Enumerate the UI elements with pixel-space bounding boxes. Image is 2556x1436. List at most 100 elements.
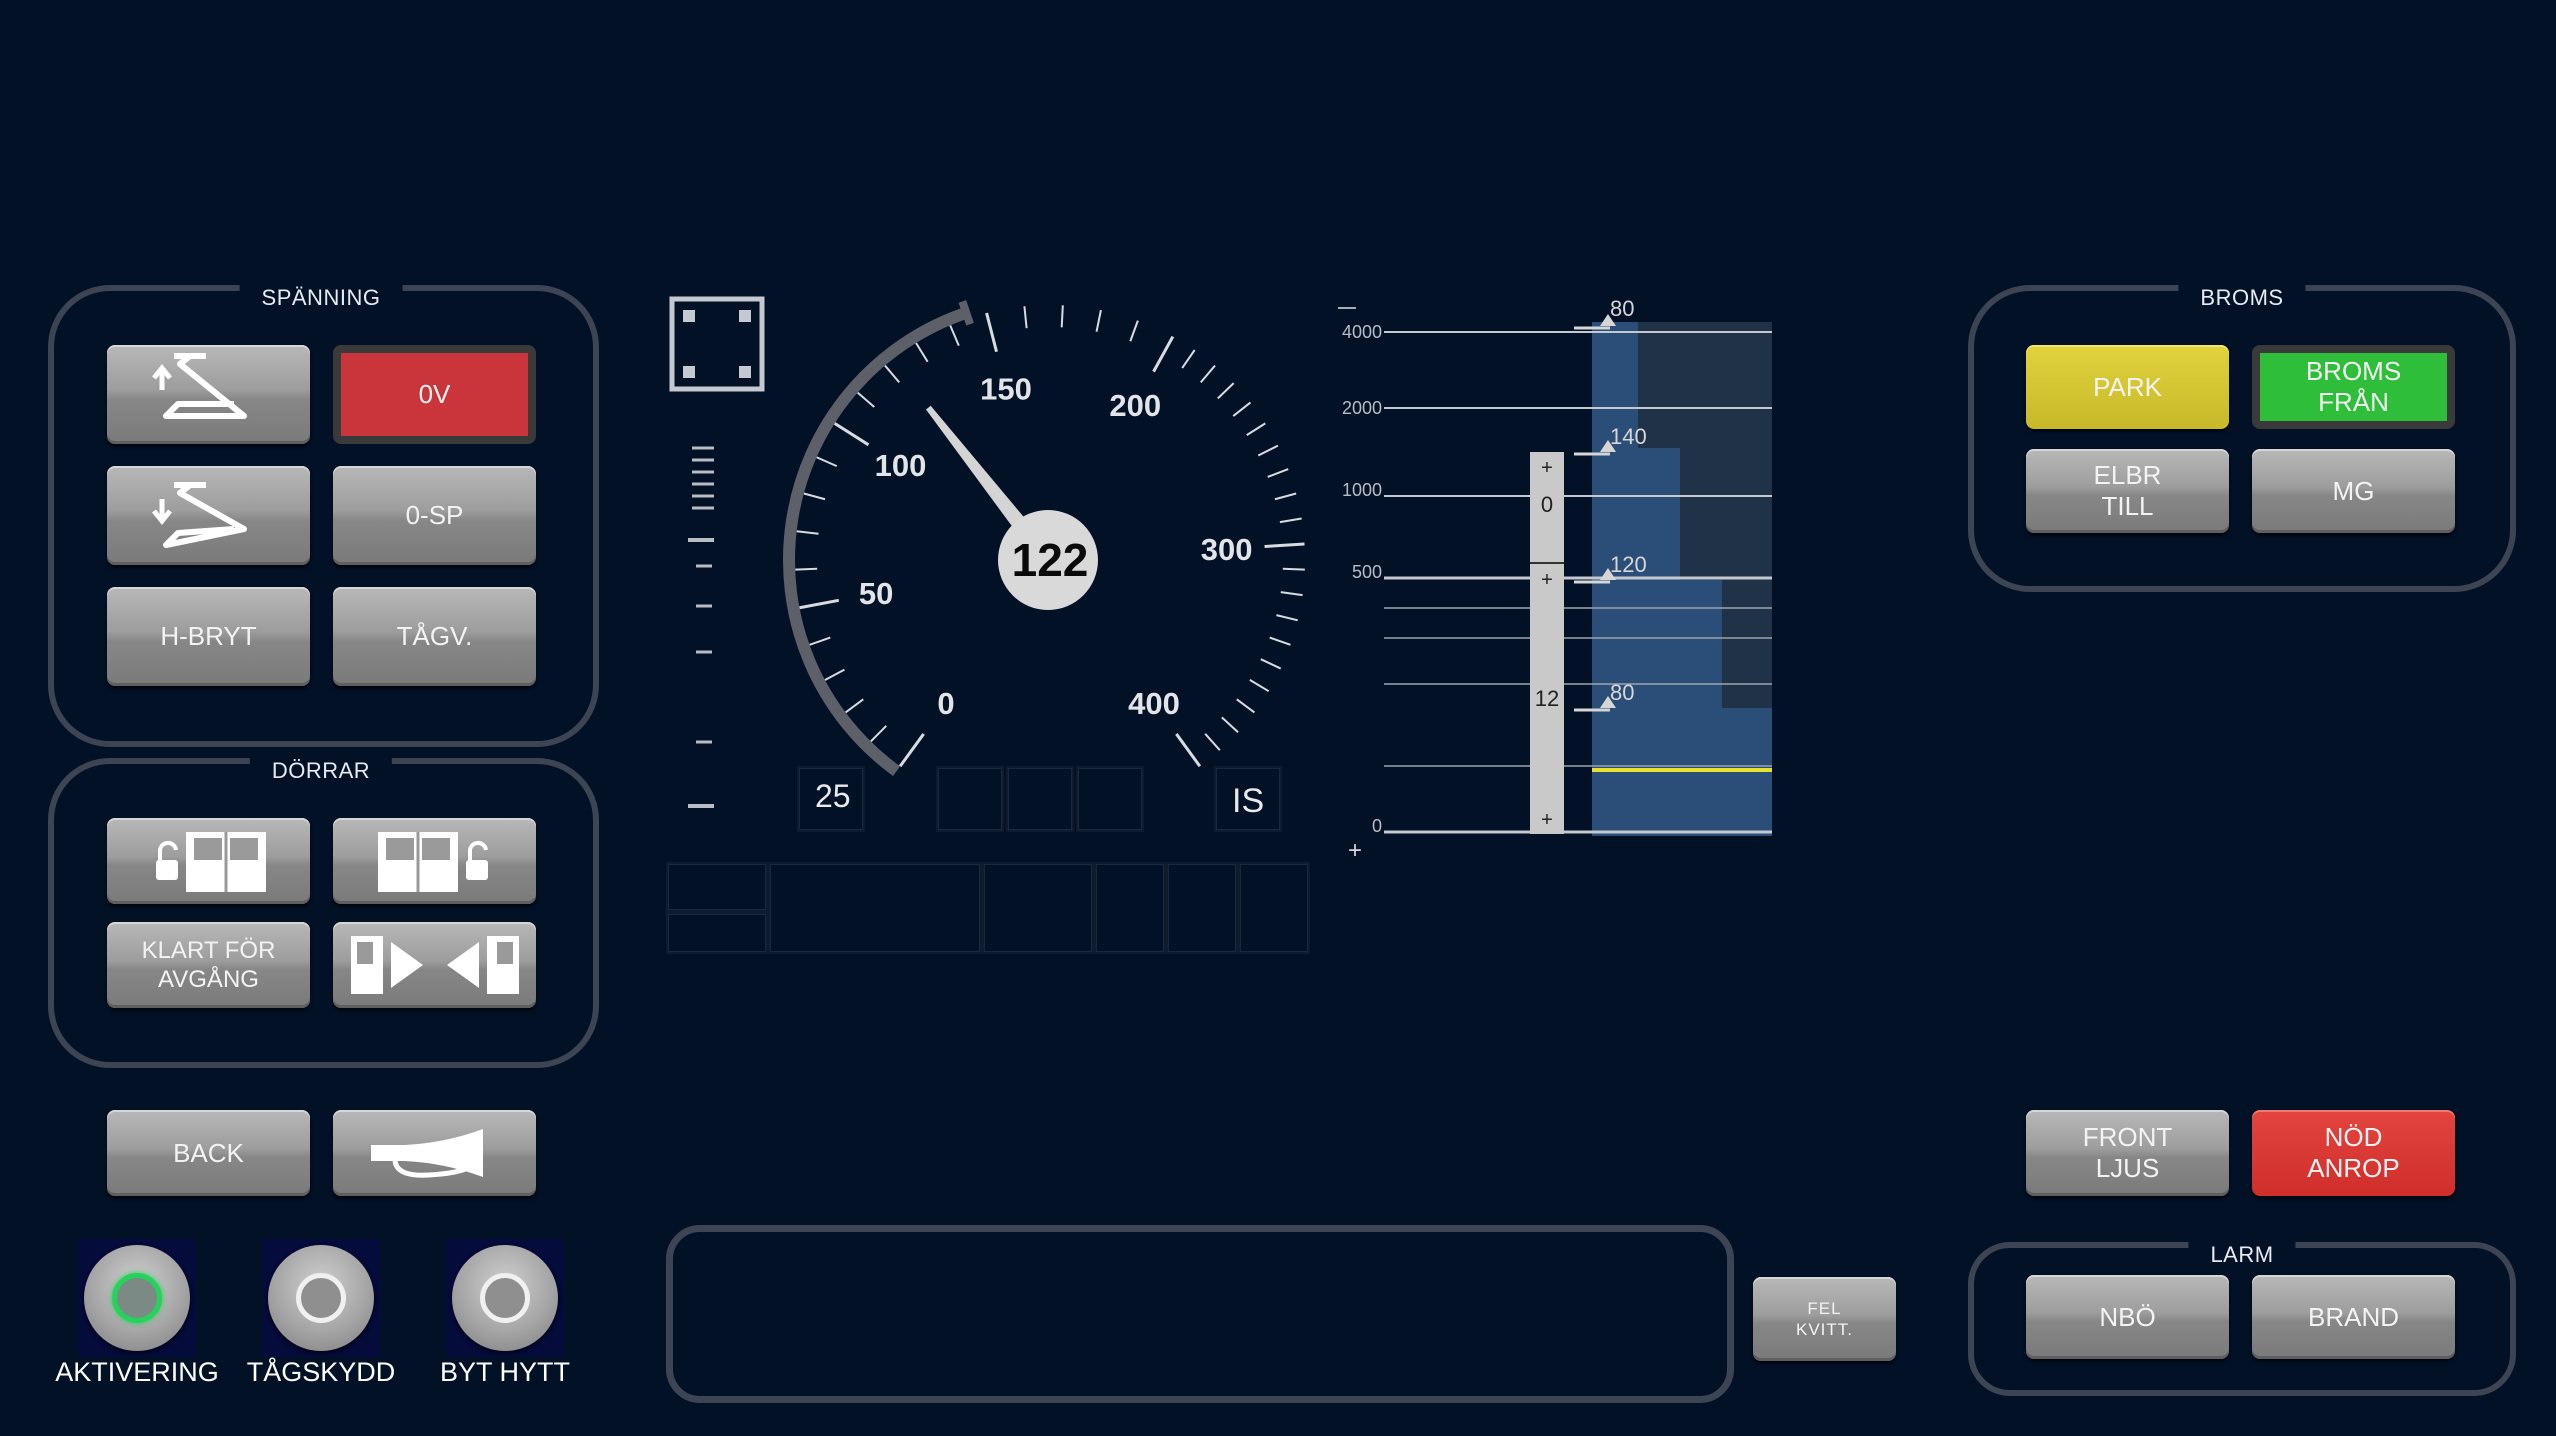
aktivering-label: AKTIVERING bbox=[55, 1357, 219, 1387]
gradient-bottom-value: 12 bbox=[1535, 686, 1559, 711]
gradient-plus-1: + bbox=[1541, 457, 1553, 479]
zero-v-button[interactable]: 0V bbox=[333, 345, 536, 444]
h-bryt-button[interactable]: H-BRYT bbox=[107, 587, 310, 686]
speedometer-tick bbox=[845, 698, 864, 714]
speedometer-tick bbox=[1249, 679, 1270, 693]
broms-title: BROMS bbox=[2178, 285, 2306, 311]
speed-marker-80-top: 80 bbox=[1610, 296, 1634, 321]
speedometer-tick bbox=[833, 422, 870, 447]
elbr-till-button[interactable]: ELBR TILL bbox=[2026, 449, 2229, 533]
broms-fran-button[interactable]: BROMS FRÅN bbox=[2252, 345, 2455, 429]
message-box bbox=[666, 1225, 1734, 1403]
speedometer-tick bbox=[1280, 591, 1303, 597]
speedometer-tick bbox=[1257, 444, 1279, 457]
speedometer-tick bbox=[1217, 382, 1235, 400]
speed-label-150: 150 bbox=[980, 372, 1032, 407]
speedometer: 0 50 100 150 200 300 400 122 bbox=[783, 300, 1305, 777]
speedometer-tick bbox=[1236, 698, 1255, 714]
distance-label-1000: 1000 bbox=[1342, 480, 1382, 500]
speedometer-tick bbox=[1200, 364, 1216, 383]
dorrar-title: DÖRRAR bbox=[249, 758, 393, 784]
tagv-button[interactable]: TÅGV. bbox=[333, 587, 536, 686]
aktivering-button[interactable] bbox=[78, 1239, 196, 1357]
speedometer-tick bbox=[949, 324, 960, 346]
unlock-door-right-icon bbox=[377, 832, 488, 892]
dmi-cell-e2 bbox=[666, 912, 768, 954]
mg-button[interactable]: MG bbox=[2252, 449, 2455, 533]
speedometer-tick bbox=[1276, 614, 1299, 622]
speed-marker-120: 120 bbox=[1610, 552, 1647, 577]
distance-label-500: 500 bbox=[1352, 562, 1382, 582]
speedometer-tick bbox=[1023, 306, 1028, 329]
distance-label-2000: 2000 bbox=[1342, 398, 1382, 418]
speed-label-50: 50 bbox=[859, 576, 893, 611]
nbo-button[interactable]: NBÖ bbox=[2026, 1275, 2229, 1359]
speed-label-0: 0 bbox=[937, 686, 954, 721]
back-button[interactable]: BACK bbox=[107, 1110, 310, 1196]
current-speed-value: 122 bbox=[1012, 534, 1089, 586]
spanning-title: SPÄNNING bbox=[239, 285, 403, 311]
speedometer-tick bbox=[1181, 349, 1196, 369]
speedometer-tick bbox=[1232, 401, 1252, 417]
target-distance-cell: 25 bbox=[797, 766, 865, 832]
gradient-plus-3: + bbox=[1541, 809, 1553, 831]
brand-button[interactable]: BRAND bbox=[2252, 1275, 2455, 1359]
dorrar-panel bbox=[48, 758, 599, 1068]
pantograph-up-icon bbox=[151, 352, 247, 419]
byt-hytt-button[interactable] bbox=[446, 1239, 564, 1357]
speedometer-tick bbox=[1204, 733, 1221, 751]
speedometer-tick bbox=[1246, 422, 1266, 436]
speedometer-tick bbox=[884, 364, 900, 383]
pantograph-up-button[interactable] bbox=[107, 345, 310, 444]
speedometer-tick bbox=[1152, 335, 1175, 373]
speedometer-tick bbox=[1260, 658, 1282, 670]
dmi-cell-b2 bbox=[1006, 766, 1074, 832]
horn-icon bbox=[370, 1129, 483, 1178]
speed-label-400: 400 bbox=[1128, 686, 1180, 721]
speedometer-tick bbox=[796, 530, 819, 535]
fel-kvitt-button[interactable]: FEL KVITT. bbox=[1753, 1277, 1896, 1361]
planning-zoom-plus: + bbox=[1348, 837, 1362, 864]
pantograph-down-icon bbox=[151, 481, 247, 548]
speed-label-200: 200 bbox=[1109, 388, 1161, 423]
park-button[interactable]: PARK bbox=[2026, 345, 2229, 429]
door-left-release-button[interactable] bbox=[107, 818, 310, 904]
speedometer-tick bbox=[857, 391, 875, 408]
gradient-plus-2: + bbox=[1541, 569, 1553, 591]
speedometer-tick bbox=[1060, 305, 1064, 328]
target-distance-value: 25 bbox=[815, 778, 851, 814]
tagskydd-button[interactable] bbox=[262, 1239, 380, 1357]
speed-marker-80: 80 bbox=[1610, 680, 1634, 705]
dmi-cell-e4 bbox=[1094, 862, 1166, 954]
aktivering-indicator-icon bbox=[112, 1273, 162, 1323]
front-ljus-button[interactable]: FRONT LJUS bbox=[2026, 1110, 2229, 1196]
speedometer-tick bbox=[870, 725, 887, 743]
klart-for-avgang-button[interactable]: KLART FÖR AVGÅNG bbox=[107, 922, 310, 1008]
full-supervision-icon bbox=[669, 296, 765, 392]
speedometer-tick bbox=[985, 312, 998, 353]
speedometer-tick bbox=[1279, 517, 1302, 524]
planning-area: + 0 + 12 + 4000 2000 1000 500 0 80 140 1… bbox=[1338, 296, 1772, 864]
horn-button[interactable] bbox=[333, 1110, 536, 1196]
target-distance-scale bbox=[688, 446, 714, 808]
zero-sp-button[interactable]: 0-SP bbox=[333, 466, 536, 565]
speedometer-tick bbox=[1282, 567, 1305, 571]
speedometer-tick bbox=[1175, 733, 1202, 768]
gradient-top-value: 0 bbox=[1541, 492, 1553, 517]
byt-hytt-label: BYT HYTT bbox=[439, 1357, 571, 1387]
dmi-text-area bbox=[768, 862, 982, 954]
dmi-mode-symbol bbox=[669, 296, 765, 392]
speedometer-tick bbox=[809, 636, 831, 646]
close-doors-button[interactable] bbox=[333, 922, 536, 1008]
speedometer-tick bbox=[1267, 468, 1289, 478]
nod-anrop-button[interactable]: NÖD ANROP bbox=[2252, 1110, 2455, 1196]
dmi-cell-e5 bbox=[1166, 862, 1238, 954]
speedometer-tick bbox=[1095, 309, 1102, 332]
door-right-release-button[interactable] bbox=[333, 818, 536, 904]
tagskydd-indicator-icon bbox=[296, 1273, 346, 1323]
speed-label-100: 100 bbox=[875, 448, 927, 483]
speedometer-tick bbox=[1269, 636, 1291, 646]
pantograph-down-button[interactable] bbox=[107, 466, 310, 565]
mode-value: IS bbox=[1232, 782, 1265, 820]
speed-marker-140: 140 bbox=[1610, 424, 1647, 449]
